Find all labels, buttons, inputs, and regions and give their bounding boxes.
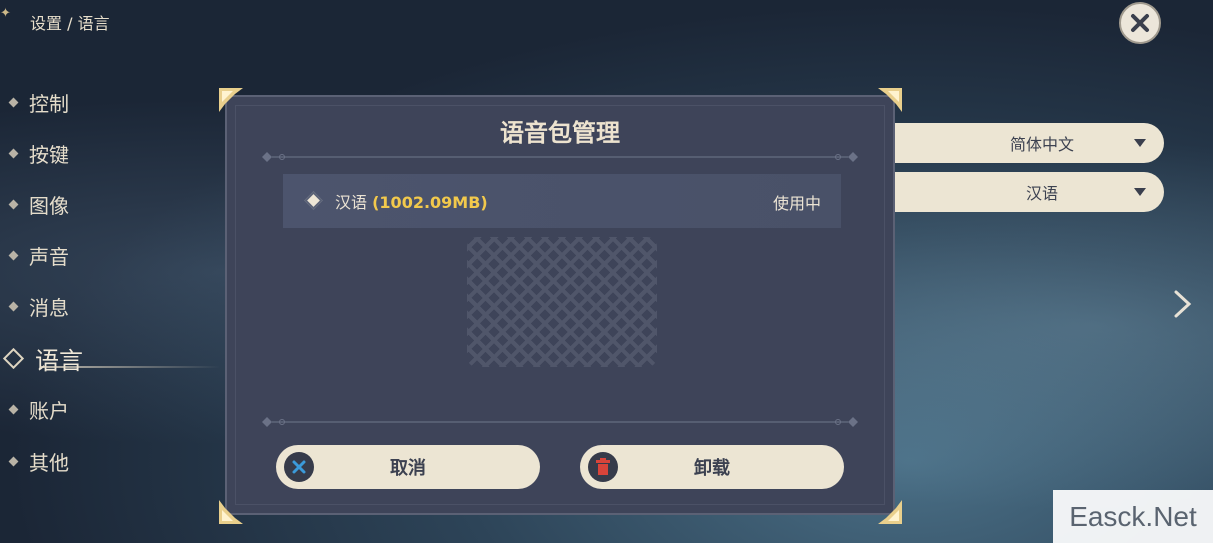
sidebar-item-audio[interactable]: 声音: [8, 241, 69, 270]
bullet-icon: [8, 199, 19, 210]
corner-star-icon: ✦: [0, 6, 11, 21]
divider: [262, 152, 858, 162]
sidebar-item-language[interactable]: 语言: [2, 341, 83, 376]
chevron-right-icon[interactable]: [1170, 289, 1196, 319]
pack-status: 使用中: [772, 194, 821, 213]
bullet-icon: [8, 148, 19, 159]
breadcrumb: 设置 / 语言: [30, 14, 110, 33]
corner-ornament-icon: [878, 500, 902, 524]
selected-diamond-icon: [304, 191, 323, 210]
trash-icon: [588, 452, 618, 482]
active-indicator: [40, 366, 220, 368]
text-language-dropdown[interactable]: 简体中文: [860, 123, 1164, 163]
sidebar-item-other[interactable]: 其他: [8, 447, 69, 476]
sidebar-item-label: 声音: [29, 245, 69, 269]
uninstall-button[interactable]: 卸载: [580, 445, 844, 489]
corner-ornament-icon: [219, 500, 243, 524]
sidebar-item-label: 语言: [35, 347, 83, 375]
text-language-value: 简体中文: [1009, 135, 1074, 154]
bullet-icon: [8, 301, 19, 312]
caret-down-icon: [1134, 139, 1146, 147]
sidebar-item-label: 账户: [29, 399, 69, 423]
close-icon: [1131, 14, 1149, 32]
active-diamond-icon: [2, 347, 25, 370]
sidebar-item-label: 图像: [29, 194, 69, 218]
watermark-emblem: [467, 237, 657, 367]
bullet-icon: [8, 97, 19, 108]
pack-name: 汉语: [335, 193, 368, 212]
sidebar-item-keybind[interactable]: 按键: [8, 139, 69, 168]
cancel-x-icon: [284, 452, 314, 482]
corner-ornament-icon: [219, 88, 243, 112]
sidebar-item-account[interactable]: 账户: [8, 395, 69, 424]
cancel-button[interactable]: 取消: [276, 445, 540, 489]
voice-language-value: 汉语: [1025, 184, 1058, 203]
sidebar-item-label: 消息: [29, 296, 69, 320]
uninstall-label: 卸载: [694, 458, 730, 479]
sidebar-item-messages[interactable]: 消息: [8, 292, 69, 321]
sidebar-item-graphics[interactable]: 图像: [8, 190, 69, 219]
dialog-title: 语音包管理: [500, 119, 620, 147]
sidebar-item-label: 按键: [29, 143, 69, 167]
voice-language-dropdown[interactable]: 汉语: [860, 172, 1164, 212]
bullet-icon: [8, 456, 19, 467]
sidebar-item-controls[interactable]: 控制: [8, 88, 69, 117]
cancel-label: 取消: [390, 458, 426, 479]
voice-pack-dialog: 语音包管理 汉语 (1002.09MB) 使用中 取消 卸载: [225, 95, 895, 515]
bullet-icon: [8, 404, 19, 415]
divider: [262, 417, 858, 427]
caret-down-icon: [1134, 188, 1146, 196]
site-watermark: Easck.Net: [1053, 490, 1213, 543]
sidebar-item-label: 其他: [29, 451, 69, 475]
pack-name-line: 汉语 (1002.09MB): [335, 189, 488, 213]
pack-size: (1002.09MB): [372, 193, 488, 212]
voice-pack-row[interactable]: 汉语 (1002.09MB) 使用中: [283, 174, 841, 228]
corner-ornament-icon: [878, 88, 902, 112]
bullet-icon: [8, 250, 19, 261]
close-button[interactable]: [1119, 2, 1161, 44]
sidebar-item-label: 控制: [29, 92, 69, 116]
